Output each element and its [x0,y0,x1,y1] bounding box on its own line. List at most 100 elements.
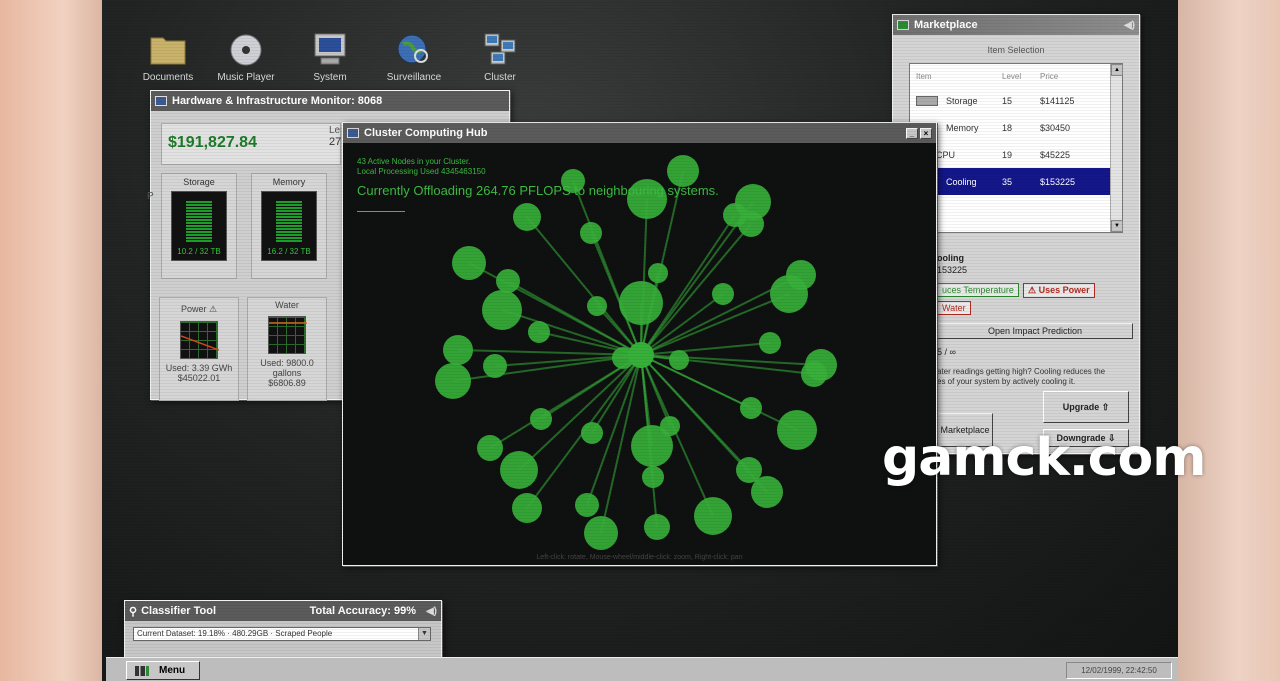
list-item-cooling[interactable]: Cooling 35 $153225 [910,168,1122,195]
hardware-monitor-titlebar[interactable]: Hardware & Infrastructure Monitor: 8068 [151,91,509,111]
item-name: Storage [946,95,978,106]
cluster-node[interactable] [512,493,542,523]
open-impact-prediction-button[interactable]: Open Impact Prediction [937,323,1133,339]
chevron-down-icon[interactable]: ▼ [418,628,430,640]
window-title: Classifier Tool [141,605,217,617]
cluster-node[interactable] [694,497,732,535]
desktop-icon-label: Documents [142,72,194,83]
cluster-node[interactable] [580,222,602,244]
cluster-node[interactable] [584,516,618,550]
power-used: Used: 3.39 GWh [165,363,233,373]
minimize-icon[interactable]: _ [906,127,918,139]
description-line: ater readings getting high? Cooling redu… [937,367,1106,376]
globe-search-icon [395,32,433,68]
gauge-screen: 10.2 / 32 TB [171,191,227,261]
cluster-node[interactable] [530,408,552,430]
cluster-node[interactable] [619,281,663,325]
cluster-hub-window[interactable]: Cluster Computing Hub _ × 43 Active Node… [342,122,937,566]
panel-label: Water [275,300,299,310]
cluster-node[interactable] [452,246,486,280]
list-item-cpu[interactable]: CPU 19 $45225 [910,141,1122,168]
power-cost: $45022.01 [177,373,221,383]
cluster-node[interactable] [477,435,503,461]
desktop-icon-cluster[interactable]: Cluster [460,32,540,83]
item-price: $45225 [1040,149,1071,160]
cluster-node[interactable] [740,397,762,419]
desktop-icon-documents[interactable]: Documents [128,32,208,83]
window-icon [347,128,359,138]
classifier-tool-window[interactable]: ⚲ Classifier Tool Total Accuracy: 99% ◀)… [124,600,442,660]
cluster-node[interactable] [648,263,668,283]
cluster-node[interactable] [435,363,471,399]
cluster-node-graph[interactable] [343,143,936,565]
cluster-node[interactable] [443,335,473,365]
water-cost: $6806.89 [268,378,306,388]
speaker-icon[interactable]: ◀) [426,606,437,617]
gauge-bars [276,201,302,242]
item-name: Memory [946,122,979,133]
cluster-node[interactable] [513,203,541,231]
offloading-text: Currently Offloading 264.76 PFLOPS to ne… [357,183,719,198]
cluster-node[interactable] [751,476,783,508]
cluster-node[interactable] [777,410,817,450]
cluster-node[interactable] [801,361,827,387]
cluster-node[interactable] [587,296,607,316]
cluster-node[interactable] [770,275,808,313]
item-price: $30450 [1040,122,1071,133]
list-item-memory[interactable]: Memory 18 $30450 [910,114,1122,141]
balance-display: $191,827.84 [161,123,341,165]
cluster-node[interactable] [712,283,734,305]
description-line: es of your system by actively cooling it… [937,377,1076,386]
scroll-up-icon[interactable]: ▲ [1111,64,1123,76]
controls-hint: Left-click: rotate, Mouse-wheel/middle-c… [536,554,743,561]
marketplace-icon [897,20,909,30]
water-graph [268,316,307,354]
item-list[interactable]: Item Level Price Storage 15 $141125 Memo… [909,63,1123,233]
upgrade-button[interactable]: Upgrade ⇧ [1043,391,1129,423]
marketplace-titlebar[interactable]: Marketplace ◀) [893,15,1139,35]
item-description: ater readings getting high? Cooling redu… [937,367,1137,387]
storage-chip-icon [916,95,938,106]
menu-logo-icon [135,665,149,676]
cluster-node[interactable] [759,332,781,354]
close-icon[interactable]: × [920,127,932,139]
item-list-scrollbar[interactable]: ▲ ▼ [1110,64,1123,232]
divider [357,211,405,212]
cluster-hub-titlebar[interactable]: Cluster Computing Hub _ × [343,123,936,143]
cluster-node[interactable] [575,493,599,517]
cluster-nodes [435,155,837,550]
dataset-select[interactable]: Current Dataset: 19.18% · 480.29GB · Scr… [133,627,431,641]
list-item-storage[interactable]: Storage 15 $141125 [910,87,1122,114]
upgrade-ratio: 5 / ∞ [937,347,956,357]
scroll-down-icon[interactable]: ▼ [1111,220,1123,232]
cluster-node[interactable] [500,451,538,489]
cluster-graph-canvas[interactable]: 43 Active Nodes in your Cluster. Local P… [343,143,936,565]
cluster-node[interactable] [644,514,670,540]
memory-gauge: Memory 16.2 / 32 TB [251,173,327,279]
active-nodes-text: 43 Active Nodes in your Cluster. [357,157,471,166]
cluster-node[interactable] [631,425,673,467]
cluster-node[interactable] [738,211,764,237]
cluster-node[interactable] [483,354,507,378]
cluster-node[interactable] [482,290,522,330]
monitor-bezel-right [1176,0,1280,681]
cluster-node[interactable] [669,350,689,370]
desktop-icon-music-player[interactable]: Music Player [206,32,286,83]
item-level: 15 [1002,95,1013,106]
desktop-icon-system[interactable]: System [290,32,370,83]
gauge-value: 16.2 / 32 TB [267,247,311,256]
desktop-icon-surveillance[interactable]: Surveillance [374,32,454,83]
classifier-titlebar[interactable]: ⚲ Classifier Tool Total Accuracy: 99% ◀) [125,601,441,621]
cluster-node[interactable] [528,321,550,343]
start-menu-button[interactable]: Menu [126,661,200,680]
window-title: Marketplace [914,19,978,31]
gauge-screen: 16.2 / 32 TB [261,191,317,261]
speaker-icon[interactable]: ◀) [1124,20,1135,31]
cluster-node[interactable] [581,422,603,444]
cluster-node[interactable] [642,466,664,488]
cluster-hub-node[interactable] [628,342,654,368]
side-letter: P [147,191,154,202]
cluster-node[interactable] [496,269,520,293]
classifier-icon: ⚲ [129,605,138,618]
level-value: 27 [329,136,342,148]
